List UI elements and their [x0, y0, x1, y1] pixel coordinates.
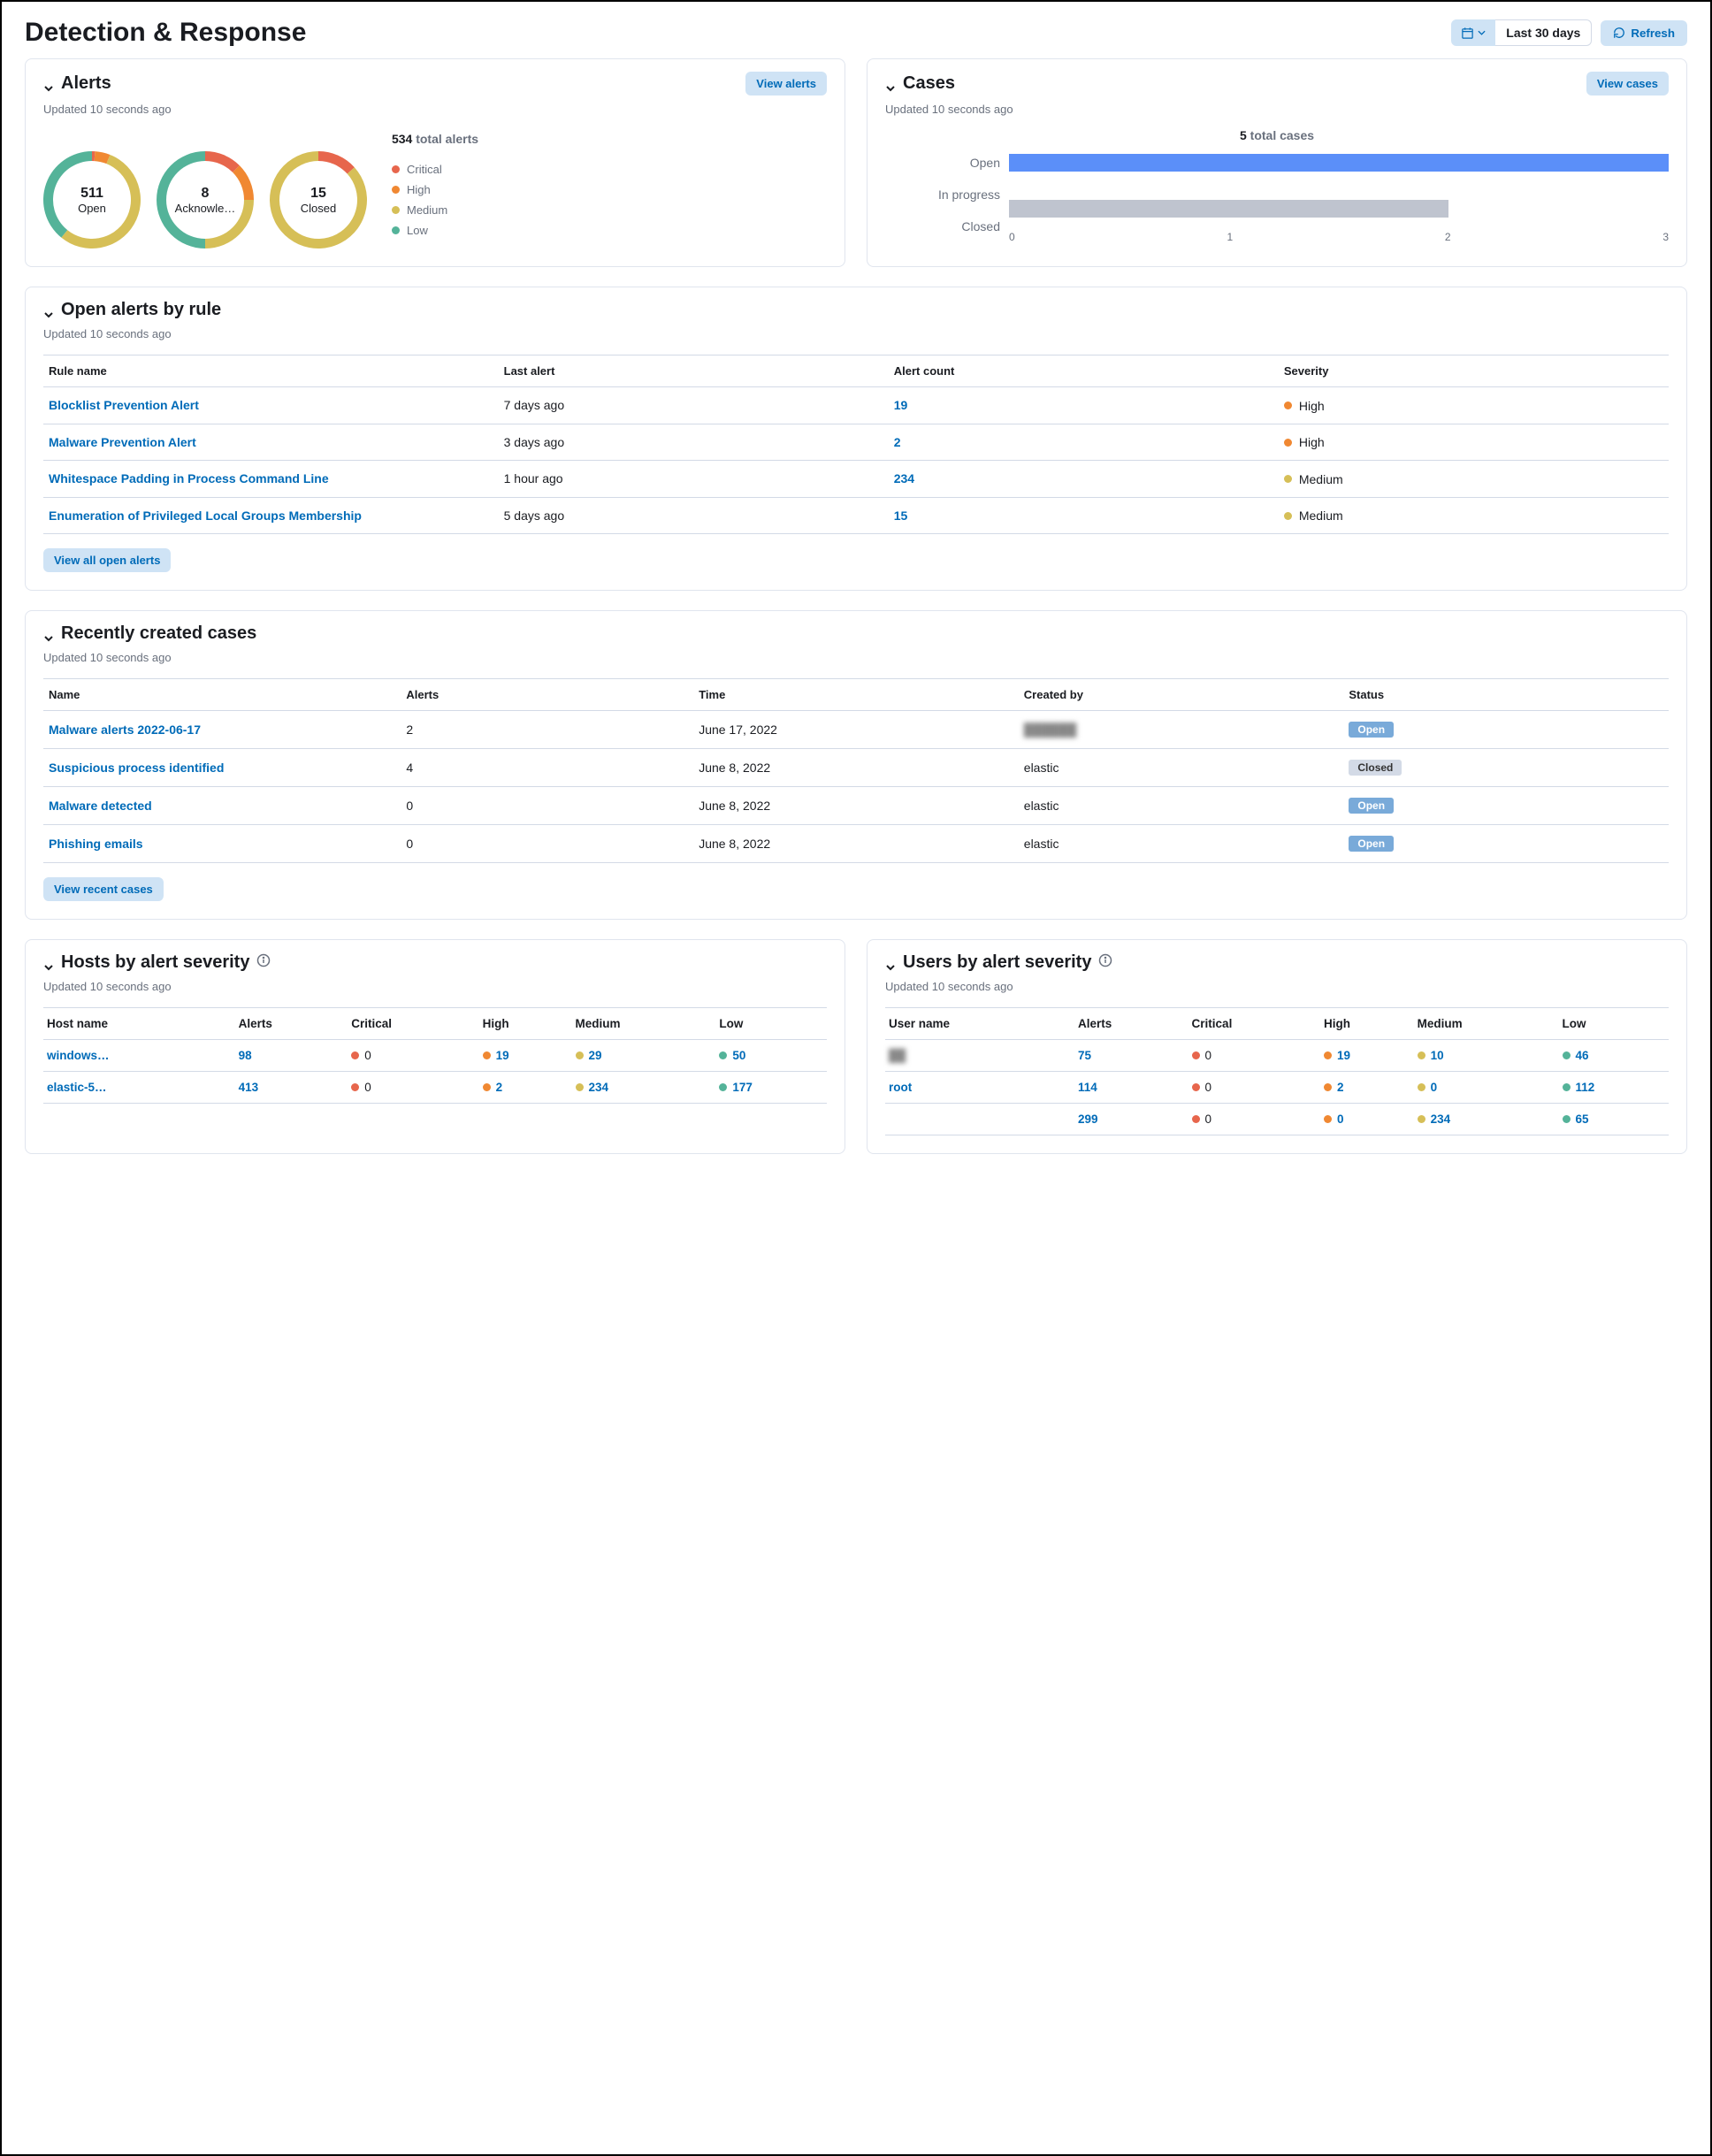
donut-open: 511Open	[43, 151, 141, 248]
cases-bar	[1009, 154, 1669, 172]
cases-bar-chart: OpenIn progressClosed 0123	[885, 153, 1669, 243]
table-row: Enumeration of Privileged Local Groups M…	[43, 497, 1669, 534]
alert-count-link[interactable]: 15	[894, 508, 908, 523]
table-row: ██750191046	[885, 1040, 1669, 1072]
cases-total: 5 total cases	[885, 128, 1669, 142]
recent-cases-table: Name Alerts Time Created by Status Malwa…	[43, 678, 1669, 863]
refresh-label: Refresh	[1631, 27, 1675, 40]
donut-closed: 15Closed	[270, 151, 367, 248]
view-all-open-alerts-button[interactable]: View all open alerts	[43, 548, 171, 572]
case-link[interactable]: Phishing emails	[49, 837, 143, 851]
cases-label: Closed	[961, 217, 1000, 236]
hosts-panel: Hosts by alert severity Updated 10 secon…	[25, 939, 845, 1154]
page-title: Detection & Response	[25, 18, 306, 48]
alert-count-link[interactable]: 234	[894, 471, 914, 485]
alert-count-link[interactable]: 2	[894, 435, 901, 449]
info-icon[interactable]	[256, 952, 271, 973]
refresh-icon	[1613, 27, 1625, 39]
chevron-down-icon	[43, 305, 54, 316]
chevron-down-icon	[885, 958, 896, 968]
rule-link[interactable]: Whitespace Padding in Process Command Li…	[49, 471, 329, 485]
table-row: Whitespace Padding in Process Command Li…	[43, 461, 1669, 498]
entity-link[interactable]: windows…	[47, 1049, 110, 1062]
case-link[interactable]: Suspicious process identified	[49, 761, 224, 775]
cases-label: Open	[970, 153, 1000, 172]
calendar-icon	[1451, 19, 1495, 46]
hosts-title[interactable]: Hosts by alert severity	[43, 952, 827, 973]
entity-link[interactable]: root	[889, 1081, 912, 1094]
table-row: elastic-5…41302234177	[43, 1072, 827, 1104]
status-badge: Open	[1349, 836, 1394, 852]
alert-count-link[interactable]: 19	[894, 398, 908, 412]
table-row: Malware Prevention Alert3 days ago2High	[43, 424, 1669, 461]
cases-panel: Cases View cases Updated 10 seconds ago …	[867, 58, 1687, 267]
recent-cases-title[interactable]: Recently created cases	[43, 623, 1669, 644]
info-icon[interactable]	[1098, 952, 1112, 973]
rule-link[interactable]: Malware Prevention Alert	[49, 435, 196, 449]
rule-link[interactable]: Blocklist Prevention Alert	[49, 398, 199, 412]
status-badge: Open	[1349, 722, 1394, 738]
status-badge: Open	[1349, 798, 1394, 814]
donut-acknowle: 8Acknowle…	[157, 151, 254, 248]
refresh-button[interactable]: Refresh	[1601, 20, 1687, 46]
view-alerts-button[interactable]: View alerts	[745, 72, 827, 96]
view-recent-cases-button[interactable]: View recent cases	[43, 877, 164, 901]
table-row: Phishing emails0June 8, 2022elasticOpen	[43, 825, 1669, 863]
cases-updated: Updated 10 seconds ago	[885, 103, 1669, 116]
date-range-picker[interactable]: Last 30 days	[1451, 19, 1592, 46]
chevron-down-icon	[1478, 30, 1486, 35]
open-alerts-title[interactable]: Open alerts by rule	[43, 300, 1669, 320]
users-table: User name Alerts Critical High Medium Lo…	[885, 1007, 1669, 1135]
entity-link[interactable]: elastic-5…	[47, 1081, 107, 1094]
users-updated: Updated 10 seconds ago	[885, 980, 1669, 993]
table-row: windows…980192950	[43, 1040, 827, 1072]
table-row: Malware detected0June 8, 2022elasticOpen	[43, 787, 1669, 825]
view-cases-button[interactable]: View cases	[1586, 72, 1669, 96]
alerts-total: 534 total alerts	[43, 132, 827, 146]
table-row: root114020112	[885, 1072, 1669, 1104]
users-title[interactable]: Users by alert severity	[885, 952, 1669, 973]
case-link[interactable]: Malware detected	[49, 799, 152, 813]
open-alerts-updated: Updated 10 seconds ago	[43, 327, 1669, 340]
chevron-down-icon	[43, 958, 54, 968]
table-row: Malware alerts 2022-06-172June 17, 2022█…	[43, 711, 1669, 749]
users-panel: Users by alert severity Updated 10 secon…	[867, 939, 1687, 1154]
alerts-updated: Updated 10 seconds ago	[43, 103, 827, 116]
recent-cases-updated: Updated 10 seconds ago	[43, 651, 1669, 664]
table-row: 2990023465	[885, 1104, 1669, 1135]
open-alerts-by-rule-panel: Open alerts by rule Updated 10 seconds a…	[25, 287, 1687, 591]
hosts-table: Host name Alerts Critical High Medium Lo…	[43, 1007, 827, 1104]
rule-link[interactable]: Enumeration of Privileged Local Groups M…	[49, 508, 362, 523]
chevron-down-icon	[43, 79, 54, 89]
status-badge: Closed	[1349, 760, 1402, 776]
cases-bar	[1009, 200, 1448, 218]
open-alerts-table: Rule name Last alert Alert count Severit…	[43, 355, 1669, 534]
hosts-updated: Updated 10 seconds ago	[43, 980, 827, 993]
cases-panel-title[interactable]: Cases	[885, 73, 955, 94]
cases-label: In progress	[938, 185, 1000, 204]
severity-legend: Critical High Medium Low	[392, 163, 447, 237]
chevron-down-icon	[43, 629, 54, 639]
recent-cases-panel: Recently created cases Updated 10 second…	[25, 610, 1687, 920]
table-row: Suspicious process identified4June 8, 20…	[43, 749, 1669, 787]
alerts-panel-title[interactable]: Alerts	[43, 73, 111, 94]
chevron-down-icon	[885, 79, 896, 89]
table-row: Blocklist Prevention Alert7 days ago19Hi…	[43, 387, 1669, 424]
case-link[interactable]: Malware alerts 2022-06-17	[49, 722, 201, 737]
alerts-panel: Alerts View alerts Updated 10 seconds ag…	[25, 58, 845, 267]
date-range-label: Last 30 days	[1495, 19, 1592, 46]
